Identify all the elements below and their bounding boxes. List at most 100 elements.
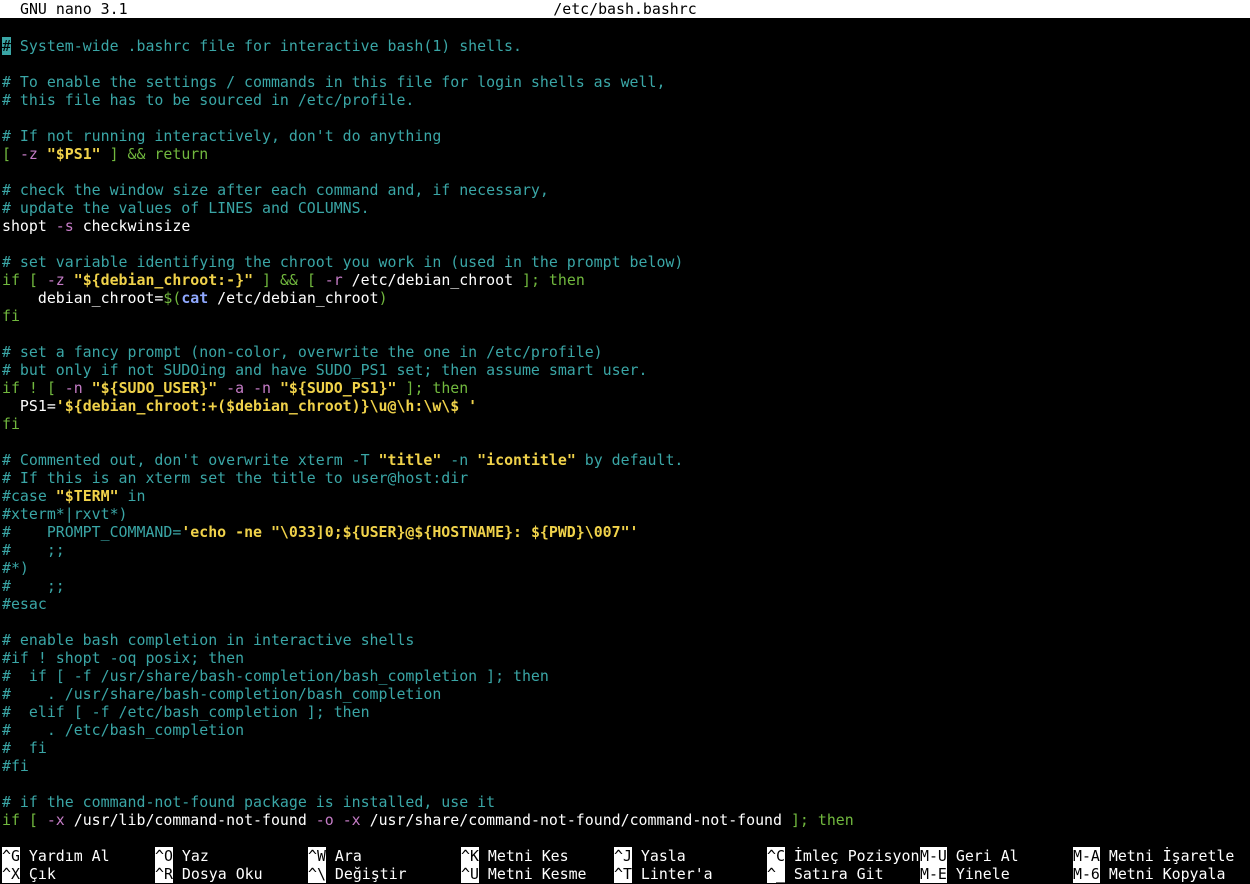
code-line[interactable]: if [ -z "${debian_chroot:-}" ] && [ -r /…: [2, 271, 1248, 289]
code-line[interactable]: # If this is an xterm set the title to u…: [2, 469, 1248, 487]
code-token: $(: [163, 289, 182, 307]
code-line[interactable]: [2, 433, 1248, 451]
title-bar: GNU nano 3.1 /etc/bash.bashrc: [0, 0, 1250, 18]
editor-text-area[interactable]: # System-wide .bashrc file for interacti…: [2, 37, 1248, 829]
code-token: cat: [181, 289, 209, 307]
code-line[interactable]: PS1='${debian_chroot:+($debian_chroot)}\…: [2, 397, 1248, 415]
code-line[interactable]: if [ -x /usr/lib/command-not-found -o -x…: [2, 811, 1248, 829]
code-line[interactable]: # If not running interactively, don't do…: [2, 127, 1248, 145]
shortcut-item[interactable]: ^O Yaz: [155, 847, 209, 865]
code-line[interactable]: [2, 55, 1248, 73]
code-token: ] && [: [253, 271, 325, 289]
code-token: if ! [: [2, 379, 65, 397]
code-token: 'echo -ne "\033]0;${USER}@${HOSTNAME}: $…: [181, 523, 639, 541]
code-line[interactable]: [2, 109, 1248, 127]
shortcut-item[interactable]: ^U Metni Kesme: [461, 865, 587, 883]
code-line[interactable]: # To enable the settings / commands in t…: [2, 73, 1248, 91]
code-line[interactable]: [2, 613, 1248, 631]
shortcut-key: ^_: [767, 865, 785, 883]
code-line[interactable]: shopt -s checkwinsize: [2, 217, 1248, 235]
shortcut-label: Metni İşaretle: [1099, 847, 1235, 865]
code-line[interactable]: # . /etc/bash_completion: [2, 721, 1248, 739]
code-token: #*): [2, 559, 29, 577]
shortcut-key: ^U: [461, 865, 479, 883]
shortcut-key: ^\: [308, 865, 326, 883]
code-line[interactable]: [2, 325, 1248, 343]
code-line[interactable]: #esac: [2, 595, 1248, 613]
shortcut-item[interactable]: M-E Yinele: [920, 865, 1010, 883]
code-token: if [: [2, 271, 47, 289]
code-token: # If this is an xterm set the title to u…: [2, 469, 469, 487]
shortcut-item[interactable]: ^G Yardım Al: [2, 847, 110, 865]
code-line[interactable]: # ;;: [2, 541, 1248, 559]
code-line[interactable]: # PROMPT_COMMAND='echo -ne "\033]0;${USE…: [2, 523, 1248, 541]
code-token: ]; then: [396, 379, 469, 397]
code-line[interactable]: # check the window size after each comma…: [2, 181, 1248, 199]
code-token: # set a fancy prompt (non-color, overwri…: [2, 343, 603, 361]
code-line[interactable]: [2, 235, 1248, 253]
shortcut-item[interactable]: ^J Yasla: [614, 847, 686, 865]
shortcut-item[interactable]: ^K Metni Kes: [461, 847, 569, 865]
code-token: /etc/debian_chroot: [208, 289, 379, 307]
shortcut-item[interactable]: ^X Çık: [2, 865, 56, 883]
shortcut-label: Yaz: [172, 847, 209, 865]
code-token: /usr/lib/command-not-found: [64, 811, 316, 829]
code-line[interactable]: # set a fancy prompt (non-color, overwri…: [2, 343, 1248, 361]
shortcut-item[interactable]: ^_ Satıra Git: [767, 865, 884, 883]
code-token: "icontitle": [477, 451, 576, 469]
code-token: # elif [ -f /etc/bash_completion ]; then: [2, 703, 370, 721]
code-line[interactable]: # . /usr/share/bash-completion/bash_comp…: [2, 685, 1248, 703]
code-line[interactable]: [2, 163, 1248, 181]
code-line[interactable]: [2, 775, 1248, 793]
shortcut-key: M-E: [920, 865, 947, 883]
code-line[interactable]: # if [ -f /usr/share/bash-completion/bas…: [2, 667, 1248, 685]
shortcut-item[interactable]: M-A Metni İşaretle: [1073, 847, 1234, 865]
code-line[interactable]: if ! [ -n "${SUDO_USER}" -a -n "${SUDO_P…: [2, 379, 1248, 397]
code-token: shopt: [2, 217, 56, 235]
code-token: -x: [46, 811, 65, 829]
code-line[interactable]: #xterm*|rxvt*): [2, 505, 1248, 523]
code-token: # . /usr/share/bash-completion/bash_comp…: [2, 685, 442, 703]
code-line[interactable]: # but only if not SUDOing and have SUDO_…: [2, 361, 1248, 379]
code-line[interactable]: [ -z "$PS1" ] && return: [2, 145, 1248, 163]
code-line[interactable]: debian_chroot=$(cat /etc/debian_chroot): [2, 289, 1248, 307]
code-line[interactable]: # update the values of LINES and COLUMNS…: [2, 199, 1248, 217]
code-token: ]; then: [522, 271, 585, 289]
code-token: ]; then: [790, 811, 854, 829]
shortcut-item[interactable]: ^W Ara: [308, 847, 362, 865]
shortcut-item[interactable]: ^T Linter'a: [614, 865, 713, 883]
code-line[interactable]: # System-wide .bashrc file for interacti…: [2, 37, 1248, 55]
shortcut-item[interactable]: M-6 Metni Kopyala: [1073, 865, 1225, 883]
code-line[interactable]: fi: [2, 307, 1248, 325]
shortcut-item[interactable]: M-U Geri Al: [920, 847, 1019, 865]
shortcut-label: Linter'a: [631, 865, 713, 883]
code-line[interactable]: # this file has to be sourced in /etc/pr…: [2, 91, 1248, 109]
shortcut-item[interactable]: ^R Dosya Oku: [155, 865, 263, 883]
code-token: "${SUDO_USER}": [91, 379, 218, 397]
code-token: by default.: [575, 451, 684, 469]
code-line[interactable]: #if ! shopt -oq posix; then: [2, 649, 1248, 667]
code-line[interactable]: # if the command-not-found package is in…: [2, 793, 1248, 811]
code-line[interactable]: # enable bash completion in interactive …: [2, 631, 1248, 649]
text-cursor: #: [2, 37, 11, 55]
code-token: -n: [253, 379, 271, 397]
code-line[interactable]: fi: [2, 415, 1248, 433]
shortcut-key: ^K: [461, 847, 479, 865]
code-line[interactable]: # fi: [2, 739, 1248, 757]
code-line[interactable]: # set variable identifying the chroot yo…: [2, 253, 1248, 271]
shortcut-key: ^R: [155, 865, 173, 883]
code-token: "${debian_chroot:-}": [73, 271, 254, 289]
code-line[interactable]: # elif [ -f /etc/bash_completion ]; then: [2, 703, 1248, 721]
shortcut-key: ^O: [155, 847, 173, 865]
code-token: if [: [2, 811, 47, 829]
shortcut-item[interactable]: ^\ Değiştir: [308, 865, 407, 883]
shortcut-item[interactable]: ^C İmleç Pozisyonu: [767, 847, 928, 865]
code-line[interactable]: #fi: [2, 757, 1248, 775]
code-token: fi: [2, 415, 20, 433]
code-line[interactable]: #case "$TERM" in: [2, 487, 1248, 505]
code-token: # . /etc/bash_completion: [2, 721, 245, 739]
code-line[interactable]: # ;;: [2, 577, 1248, 595]
code-line[interactable]: # Commented out, don't overwrite xterm -…: [2, 451, 1248, 469]
code-line[interactable]: #*): [2, 559, 1248, 577]
